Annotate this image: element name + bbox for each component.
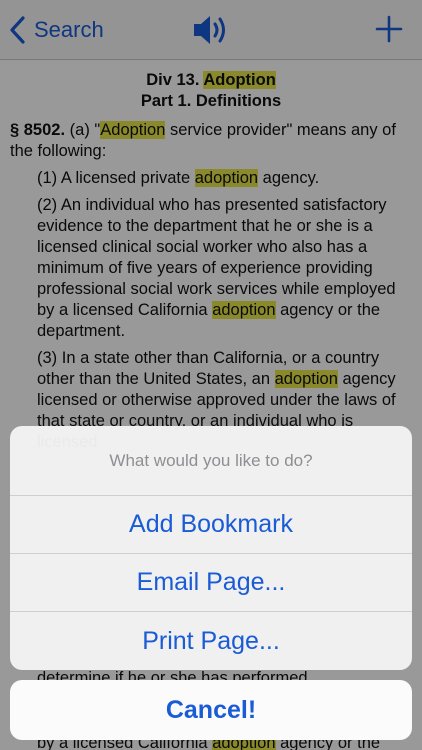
email-page-button[interactable]: Email Page... [10,554,412,612]
cancel-button[interactable]: Cancel! [10,680,412,740]
action-sheet-title: What would you like to do? [10,426,412,496]
add-bookmark-button[interactable]: Add Bookmark [10,496,412,554]
action-sheet: What would you like to do? Add Bookmark … [10,426,412,670]
print-page-button[interactable]: Print Page... [10,612,412,670]
